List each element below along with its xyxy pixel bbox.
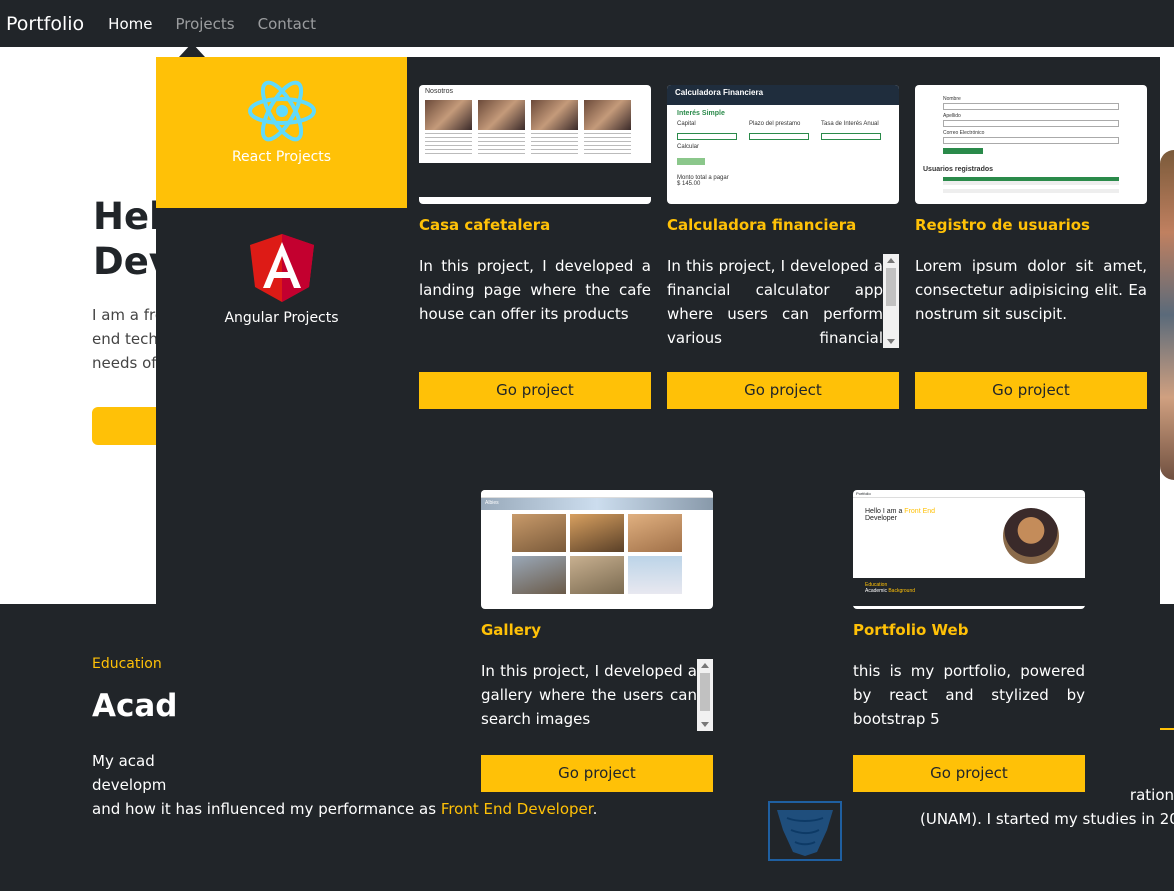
project-card-gallery: Albies Gallery In this project, I develo… <box>481 490 713 792</box>
react-icon <box>247 80 316 142</box>
project-description: In this project, I developed a gallery w… <box>481 659 713 731</box>
tab-label-angular: Angular Projects <box>224 310 339 326</box>
project-thumbnail[interactable]: Nombre Apellido Correo Electrónico Usuar… <box>915 85 1147 204</box>
hero-intro: I am a fro end tech needs of <box>92 306 162 372</box>
project-title: Registro de usuarios <box>915 216 1090 234</box>
project-description: Lorem ipsum dolor sit amet, consectetur … <box>915 257 1147 323</box>
go-project-button[interactable]: Go project <box>419 372 651 409</box>
hero-button[interactable] <box>92 407 162 445</box>
project-card-calculadora-financiera: Calculadora Financiera Interés Simple Ca… <box>667 85 899 409</box>
description-scrollbar[interactable] <box>883 254 899 348</box>
go-project-button[interactable]: Go project <box>481 755 713 792</box>
go-project-button[interactable]: Go project <box>853 755 1085 792</box>
avatar <box>1003 508 1059 564</box>
project-card-casa-cafetalera: Nosotros Casa cafetalera In this project… <box>419 85 651 409</box>
education-title: Acad <box>92 688 178 724</box>
description-scrollbar[interactable] <box>697 659 713 731</box>
nav-link-projects[interactable]: Projects <box>175 15 234 33</box>
nav-link-home[interactable]: Home <box>108 15 152 33</box>
project-thumbnail[interactable]: Portfolio Hello I am a Front End Develop… <box>853 490 1085 609</box>
dropdown-arrow <box>179 43 205 57</box>
project-card-registro-usuarios: Nombre Apellido Correo Electrónico Usuar… <box>915 85 1147 409</box>
project-title: Portfolio Web <box>853 621 969 639</box>
go-project-button[interactable]: Go project <box>667 372 899 409</box>
angular-icon <box>249 234 314 302</box>
project-title: Gallery <box>481 621 542 639</box>
project-thumbnail[interactable]: Calculadora Financiera Interés Simple Ca… <box>667 85 899 204</box>
project-title: Casa cafetalera <box>419 216 551 234</box>
project-thumbnail[interactable]: Nosotros <box>419 85 651 204</box>
tab-react-projects[interactable]: React Projects <box>156 57 407 208</box>
tab-label-react: React Projects <box>231 149 332 165</box>
unam-logo-icon <box>767 800 843 862</box>
hero-image <box>1160 150 1174 480</box>
navbar-brand[interactable]: Portfolio <box>6 13 84 35</box>
project-description: In this project, I developed a financial… <box>667 254 899 348</box>
project-title: Calculadora financiera <box>667 216 857 234</box>
nav-link-contact[interactable]: Contact <box>258 15 316 33</box>
navbar: Portfolio Home Projects Contact <box>0 0 1174 47</box>
education-label: Education <box>92 656 162 672</box>
project-thumbnail[interactable]: Albies <box>481 490 713 609</box>
tab-angular-projects[interactable]: Angular Projects <box>156 208 407 359</box>
education-highlight: Front End Developer <box>440 800 593 818</box>
project-description: this is my portfolio, powered by react a… <box>853 662 1085 728</box>
projects-dropdown: React Projects Angular Projects Nosotros… <box>156 57 1160 792</box>
project-card-portfolio-web: Portfolio Hello I am a Front End Develop… <box>853 490 1085 792</box>
project-description: In this project, I developed a landing p… <box>419 257 651 323</box>
go-project-button[interactable]: Go project <box>915 372 1147 409</box>
divider-line <box>1160 728 1174 730</box>
